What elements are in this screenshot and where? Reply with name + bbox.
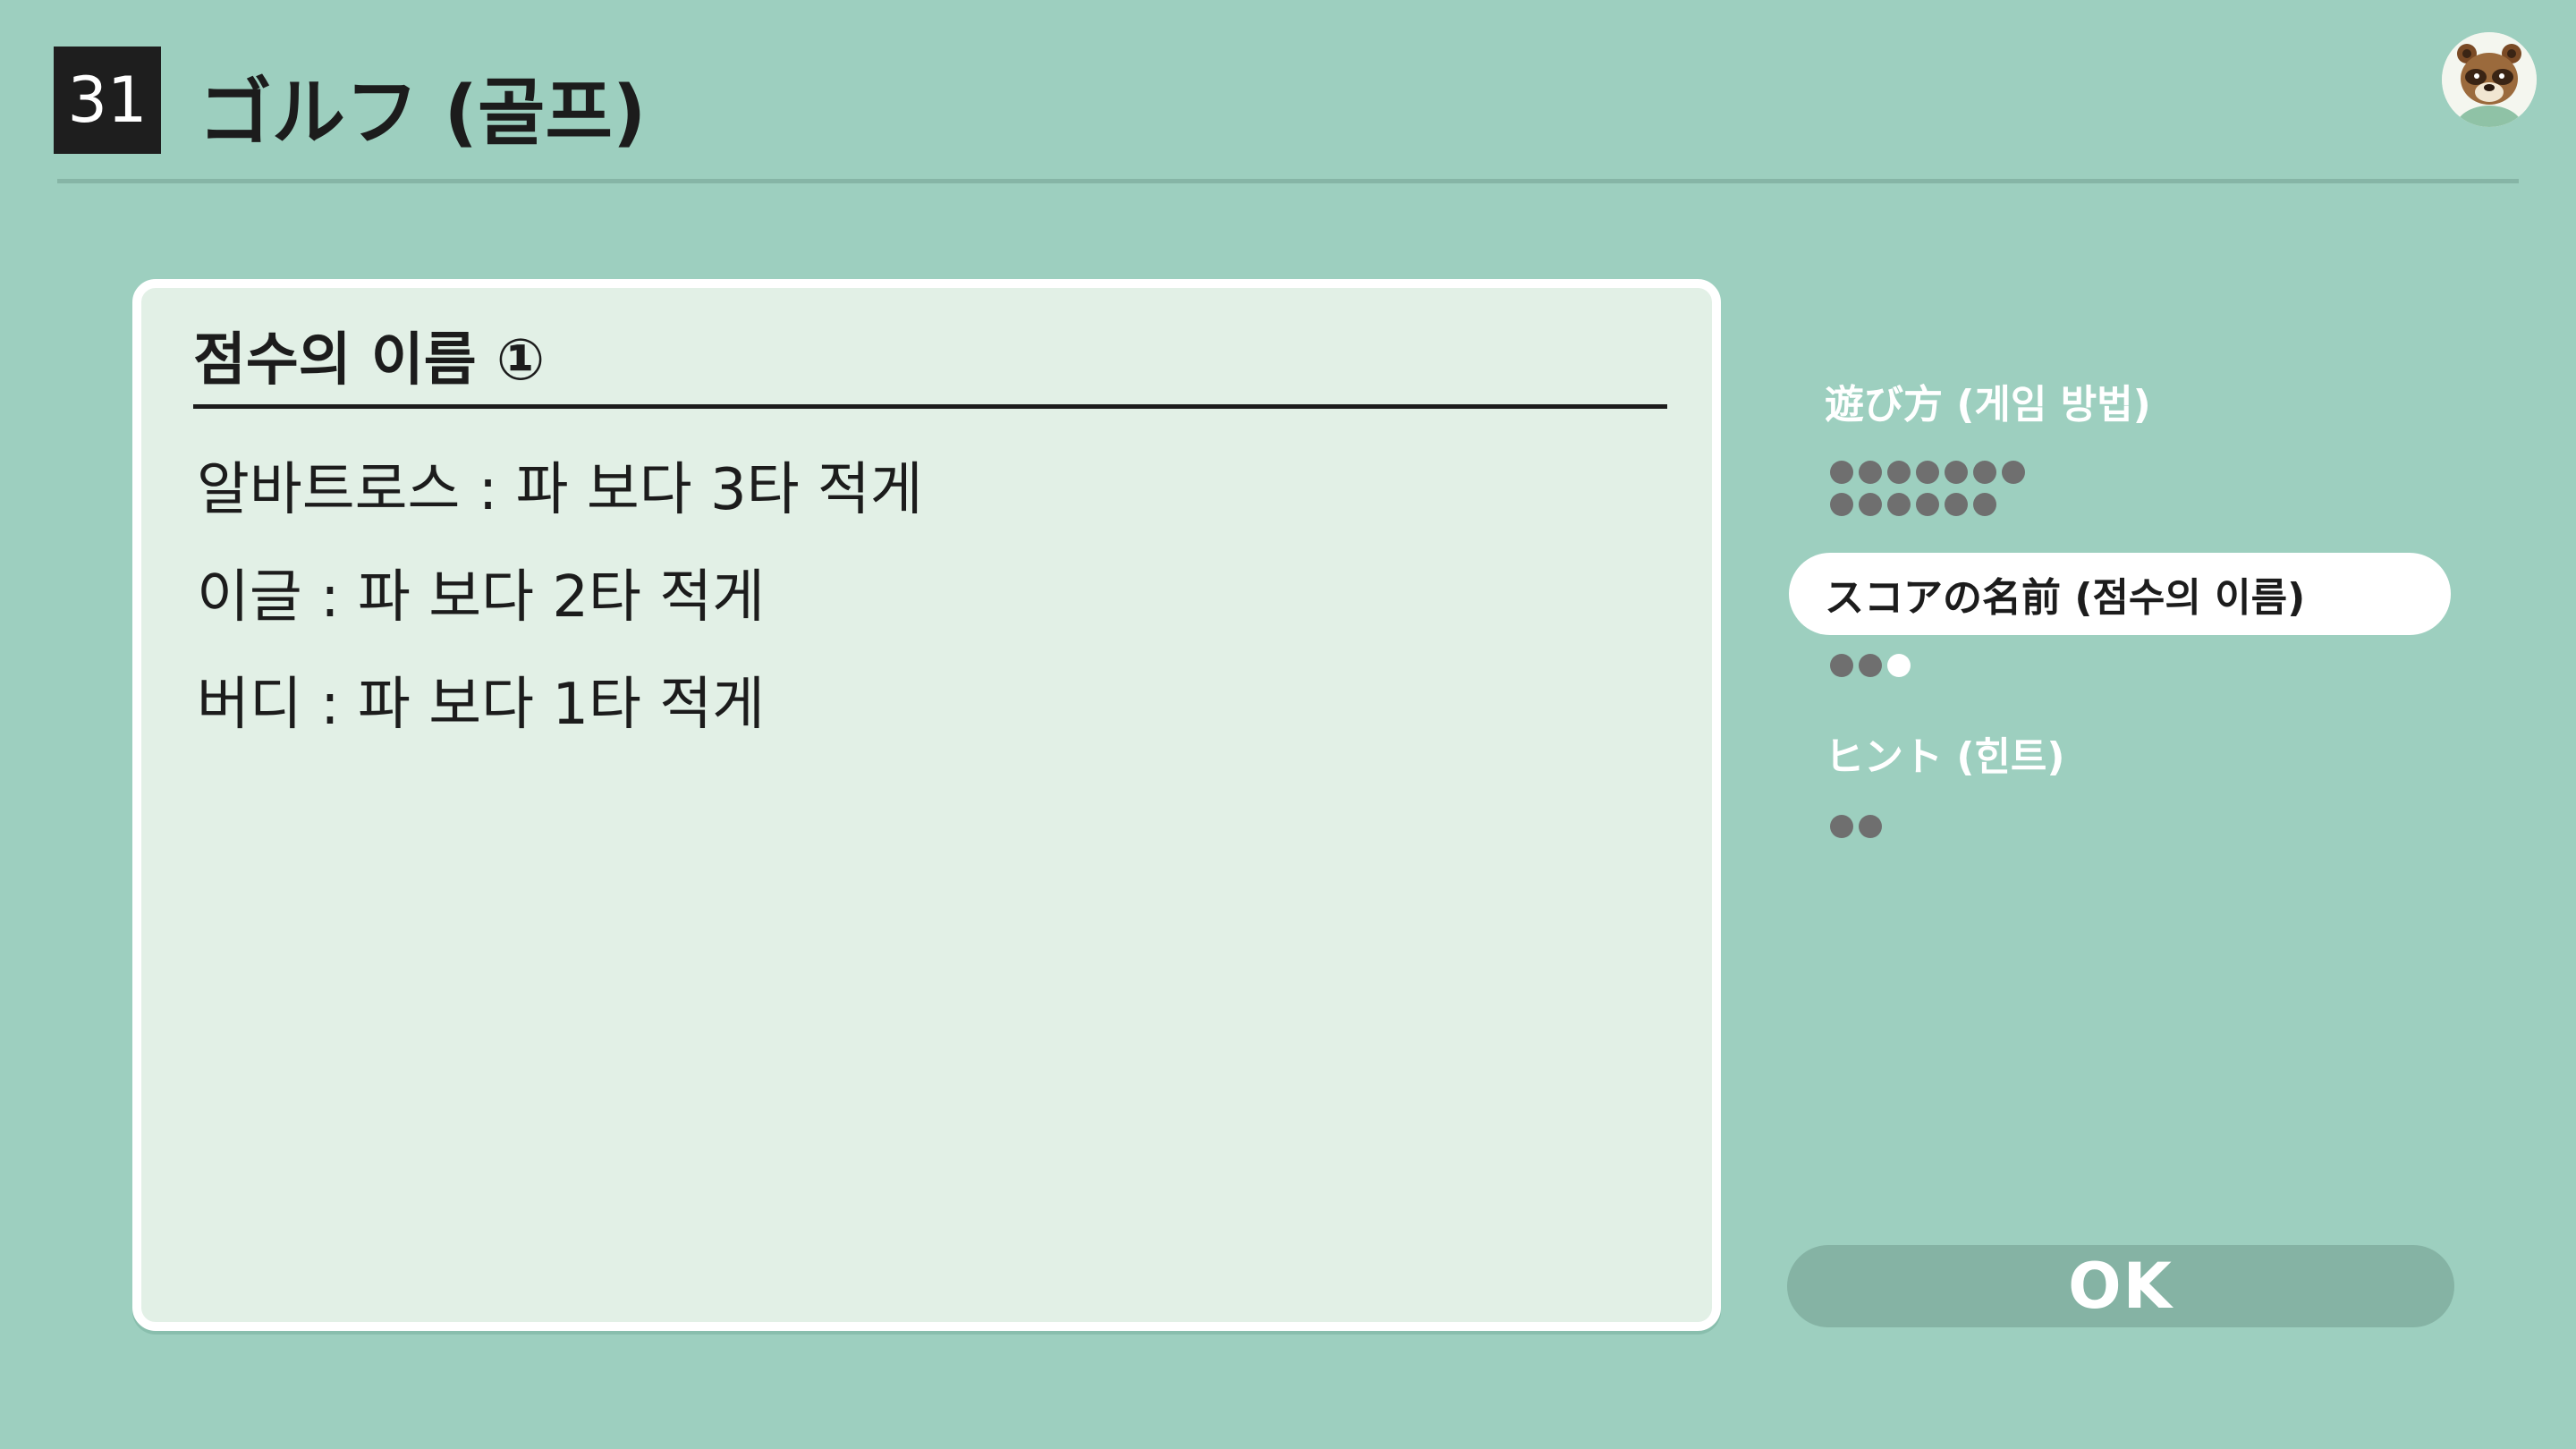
game-title: ゴルフ (골프) xyxy=(199,70,647,156)
page-dot xyxy=(1916,461,1939,484)
page-dot xyxy=(1859,461,1882,484)
page-dot xyxy=(1887,461,1911,484)
page-dot xyxy=(1859,654,1882,677)
menu-item-hints[interactable]: ヒント (힌트) xyxy=(1789,712,2451,794)
panel-heading: 점수의 이름 ① xyxy=(193,306,1667,409)
page-dots-how-to-play-row-2 xyxy=(1830,492,1996,517)
page-dot xyxy=(1830,815,1853,838)
header-divider xyxy=(57,179,2519,183)
score-line-albatross: 알바트로스 : 파 보다 3타 적게 xyxy=(197,457,923,523)
game-number-badge: 31 xyxy=(54,47,161,154)
page-dot xyxy=(1973,493,1996,516)
page-dots-hints xyxy=(1830,814,1882,839)
page-dot xyxy=(1887,493,1911,516)
page-dot xyxy=(1887,654,1911,677)
menu-item-how-to-play[interactable]: 遊び方 (게임 방법) xyxy=(1789,360,2451,442)
page-dot xyxy=(1973,461,1996,484)
info-panel: 점수의 이름 ① 알바트로스 : 파 보다 3타 적게 이글 : 파 보다 2타… xyxy=(132,279,1721,1331)
score-line-birdie: 버디 : 파 보다 1타 적게 xyxy=(197,672,766,738)
page-dot xyxy=(1945,493,1968,516)
ok-button[interactable]: OK xyxy=(1787,1245,2454,1327)
page-dot xyxy=(1945,461,1968,484)
page-dot xyxy=(1830,654,1853,677)
page-dot xyxy=(1859,493,1882,516)
page-dots-how-to-play xyxy=(1830,460,2025,485)
page-dot xyxy=(1830,461,1853,484)
page-dots-score-names xyxy=(1830,653,1911,678)
score-line-eagle: 이글 : 파 보다 2타 적게 xyxy=(197,564,766,631)
tom-nook-avatar-icon xyxy=(2442,32,2537,127)
page-dot xyxy=(1859,815,1882,838)
page-dot xyxy=(1916,493,1939,516)
page-dot xyxy=(1830,493,1853,516)
menu-item-score-names[interactable]: スコアの名前 (점수의 이름) xyxy=(1789,553,2451,635)
page-dot xyxy=(2002,461,2025,484)
